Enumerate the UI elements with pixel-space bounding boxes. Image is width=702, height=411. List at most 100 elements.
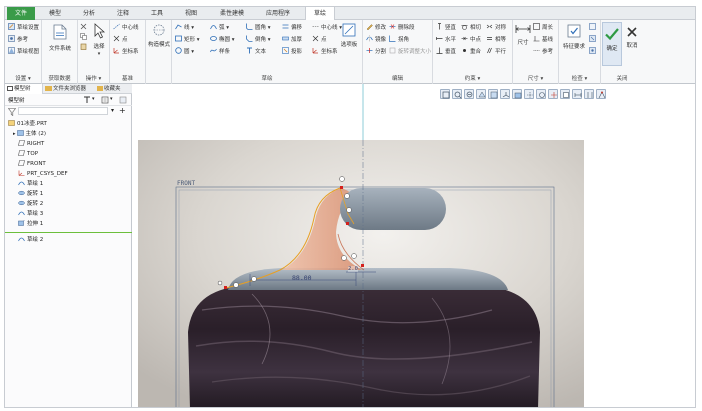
tree-item-front[interactable]: FRONT: [18, 160, 46, 169]
group-inspect-label[interactable]: 检查 ▾: [559, 74, 600, 82]
mirror-button[interactable]: 镜像: [366, 35, 386, 44]
symmetric-constraint-button[interactable]: 对称: [486, 23, 506, 32]
tree-item-sketch-2[interactable]: 草绘 2: [18, 236, 43, 245]
chamfer-tool-button[interactable]: 倒角 ▾: [246, 35, 271, 44]
tab-annotate[interactable]: 注释: [111, 7, 135, 20]
constraint-symbol[interactable]: [351, 253, 357, 259]
dimension-value-main[interactable]: 88.00: [292, 274, 312, 282]
tab-model[interactable]: 模型: [43, 7, 67, 20]
ellipse-tool-button[interactable]: 椭圆 ▾: [210, 35, 235, 44]
references-button[interactable]: 参考: [8, 35, 28, 44]
modify-button[interactable]: 修改: [366, 23, 386, 32]
reference-dim-button[interactable]: 参考: [533, 47, 553, 56]
fillet-tool-button[interactable]: 圆角 ▾: [246, 23, 271, 32]
tree-settings-caret[interactable]: ▾: [110, 96, 113, 102]
parallel-constraint-button[interactable]: 平行: [486, 47, 506, 56]
tree-add-column-button[interactable]: +: [119, 106, 126, 115]
tree-item-csys[interactable]: PRT_CSYS_DEF: [18, 170, 68, 179]
circle-tool-button[interactable]: 圆 ▾: [175, 47, 194, 56]
tree-item-sketch-3[interactable]: 草绘 3: [18, 210, 43, 219]
tab-tools[interactable]: 工具: [145, 7, 169, 20]
datum-point-button[interactable]: 点: [113, 35, 128, 44]
corner-button[interactable]: 拐角: [389, 35, 409, 44]
cancel-button[interactable]: 取消: [623, 26, 641, 50]
perpendicular-constraint-button[interactable]: 垂直: [436, 47, 456, 56]
endpoint-marker[interactable]: [224, 286, 227, 289]
sketch-csys-button[interactable]: 坐标系: [312, 47, 338, 56]
tangent-constraint-button[interactable]: 相切: [461, 23, 481, 32]
line-tool-button[interactable]: 线 ▾: [175, 23, 194, 32]
tree-nav-caret[interactable]: ▾: [111, 107, 114, 114]
tab-analysis[interactable]: 分析: [77, 7, 101, 20]
endpoint-marker[interactable]: [361, 264, 364, 267]
tree-item-revolve-2[interactable]: 旋转 2: [18, 200, 43, 209]
equal-constraint-button[interactable]: 相等: [486, 35, 506, 44]
tab-view[interactable]: 视图: [179, 7, 203, 20]
endpoint-marker[interactable]: [346, 222, 349, 225]
coincident-constraint-button[interactable]: 重合: [461, 47, 481, 56]
sketch-view-button[interactable]: 草绘视图: [8, 47, 39, 56]
file-system-button[interactable]: 文件系统: [45, 23, 75, 53]
tab-applications[interactable]: 应用程序: [260, 7, 296, 20]
tab-flexible-modeling[interactable]: 柔性建模: [214, 7, 250, 20]
expand-arrow-icon[interactable]: ▸: [13, 131, 16, 137]
spline-tool-button[interactable]: 样条: [210, 47, 230, 56]
baseline-button[interactable]: 基线: [533, 35, 553, 44]
arc-tool-button[interactable]: 弧 ▾: [210, 23, 229, 32]
tab-model-tree[interactable]: 模型树: [5, 84, 43, 94]
tree-show-icon[interactable]: [119, 96, 127, 104]
inspect-small-2-button[interactable]: [589, 35, 598, 44]
dimension-value-small[interactable]: 2.0: [348, 266, 358, 272]
tree-search-input[interactable]: [18, 107, 108, 115]
tree-item-bodies[interactable]: ▸ 主体 (2): [13, 130, 46, 139]
datum-csys-button[interactable]: 坐标系: [113, 47, 139, 56]
constraint-symbol[interactable]: [233, 282, 239, 288]
constraint-symbol[interactable]: [344, 193, 350, 199]
rotate-resize-button[interactable]: 旋转调整大小: [389, 47, 431, 56]
graphics-viewport[interactable]: FRONT 88.00 2.0: [132, 84, 695, 407]
select-dropdown-caret[interactable]: ▾: [90, 51, 108, 58]
tree-root-item[interactable]: 01冰壶.PRT: [8, 120, 47, 129]
palette-button[interactable]: 选项板: [338, 23, 360, 49]
constraint-symbol[interactable]: [217, 280, 223, 286]
tab-favorites[interactable]: 收藏夹: [97, 84, 132, 94]
sketch-setup-button[interactable]: 草绘设置: [8, 23, 39, 32]
tree-item-extrude-1[interactable]: 拉伸 1: [18, 220, 43, 229]
rectangle-tool-button[interactable]: 矩形 ▾: [175, 35, 200, 44]
project-tool-button[interactable]: 投影: [282, 47, 302, 56]
horizontal-constraint-button[interactable]: 水平: [436, 35, 456, 44]
construction-mode-button[interactable]: 构造模式: [148, 23, 170, 49]
paste-button[interactable]: [80, 43, 89, 52]
tree-columns-caret[interactable]: ▾: [92, 96, 95, 102]
copy-button[interactable]: [80, 33, 89, 42]
constraint-symbol[interactable]: [346, 207, 352, 213]
constraint-symbol[interactable]: [251, 276, 257, 282]
datum-centerline-button[interactable]: 中心线: [113, 23, 139, 32]
inspect-small-3-button[interactable]: [589, 47, 598, 56]
tab-folder-browser[interactable]: 文件夹浏览器: [45, 84, 95, 94]
dimension-button[interactable]: 尺寸: [514, 23, 532, 47]
group-setup-label[interactable]: 设置 ▾: [5, 74, 41, 82]
cut-button[interactable]: [80, 23, 89, 32]
tree-item-revolve-1[interactable]: 旋转 1: [18, 190, 43, 199]
delete-segment-button[interactable]: 删除段: [389, 23, 415, 32]
group-operations-label[interactable]: 操作 ▾: [78, 74, 109, 82]
offset-tool-button[interactable]: 偏移: [282, 23, 302, 32]
divide-button[interactable]: 分割: [366, 47, 386, 56]
inspect-small-1-button[interactable]: [589, 23, 598, 32]
constraint-symbol[interactable]: [339, 176, 345, 182]
tree-columns-icon[interactable]: [83, 96, 91, 104]
perimeter-button[interactable]: 周长: [533, 23, 553, 32]
group-constrain-label[interactable]: 约束 ▾: [433, 74, 512, 82]
tree-item-right[interactable]: RIGHT: [18, 140, 44, 149]
sketch-point-button[interactable]: 点: [312, 35, 327, 44]
text-tool-button[interactable]: 文本: [246, 47, 266, 56]
midpoint-constraint-button[interactable]: 中点: [461, 35, 481, 44]
tree-settings-icon[interactable]: [101, 96, 109, 104]
constraint-symbol[interactable]: [341, 255, 347, 261]
feature-requirements-button[interactable]: 特征要求: [561, 23, 587, 51]
select-button[interactable]: 选择 ▾: [90, 23, 108, 58]
group-dimension-label[interactable]: 尺寸 ▾: [513, 74, 558, 82]
filter-icon[interactable]: [8, 108, 16, 116]
vertical-constraint-button[interactable]: 竖直: [436, 23, 456, 32]
